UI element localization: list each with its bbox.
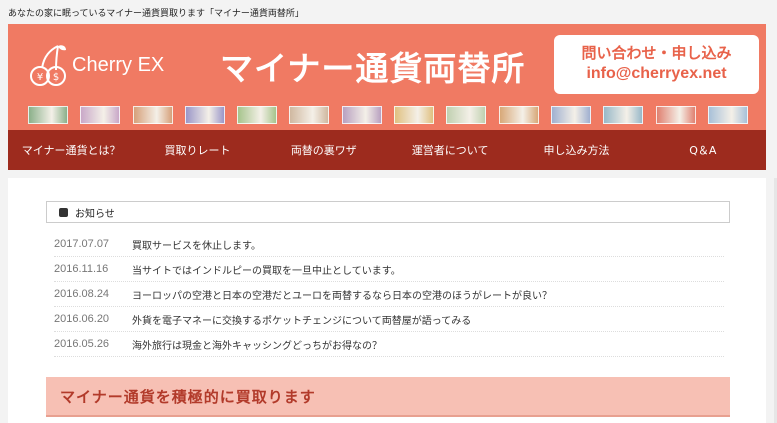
banknote-image — [80, 106, 121, 124]
banknote-image — [707, 106, 748, 124]
promo-banner: マイナー通貨を積極的に買取ります — [46, 377, 730, 417]
news-link[interactable]: 海外旅行は現金と海外キャッシングどっちがお得なの？ — [132, 337, 382, 352]
news-link[interactable]: 買取サービスを休止します。 — [132, 237, 261, 252]
site-logo[interactable]: ¥ $ Cherry EX — [28, 40, 188, 90]
site-tagline: あなたの家に眠っているマイナー通貨買取ります「マイナー通貨両替所」 — [8, 9, 304, 19]
cherry-icon: ¥ $ — [30, 45, 66, 86]
banknote-image — [28, 106, 68, 124]
contact-label: 問い合わせ・申し込み — [581, 44, 732, 62]
news-item: 2016.05.26 海外旅行は現金と海外キャッシングどっちがお得なの？ — [54, 332, 724, 357]
logo-text: Cherry EX — [72, 53, 165, 76]
contact-button[interactable]: 問い合わせ・申し込み info@cherryex.net — [554, 35, 759, 94]
news-list: 2017.07.07 買取サービスを休止します。 2016.11.16 当サイトではイ… — [54, 232, 724, 357]
main-nav: マイナー通貨とは？ 買取りレート 両替の裏ワザ 運営者について 申し込み方法 Q＆A — [8, 130, 766, 170]
nav-item-rates[interactable]: 買取りレート — [134, 130, 260, 170]
news-date: 2017.07.07 — [54, 238, 110, 250]
banknote-image — [498, 106, 539, 124]
banknote-image — [394, 106, 435, 124]
banknote-image — [603, 106, 644, 124]
nav-item-apply[interactable]: 申し込み方法 — [513, 130, 639, 170]
news-heading: お知らせ — [46, 201, 730, 223]
banknote-image — [237, 106, 278, 124]
banknote-image — [655, 106, 696, 124]
banknote-image — [446, 106, 487, 124]
news-item: 2017.07.07 買取サービスを休止します。 — [54, 232, 724, 257]
svg-text:¥: ¥ — [37, 72, 43, 83]
svg-text:$: $ — [53, 72, 59, 83]
nav-item-about[interactable]: マイナー通貨とは？ — [8, 130, 134, 170]
news-link[interactable]: 当サイトではインドルピーの買取を一旦中止としています。 — [132, 262, 401, 277]
news-link[interactable]: 外貨を電子マネーに交換するポケットチェンジについて両替屋が語ってみる — [132, 312, 471, 327]
site-title: マイナー通貨両替所 — [220, 49, 526, 88]
news-item: 2016.06.20 外貨を電子マネーに交換するポケットチェンジについて両替屋が語… — [54, 307, 724, 332]
nav-item-operator[interactable]: 運営者について — [387, 130, 513, 170]
banknote-image — [289, 106, 330, 124]
banknote-strip — [28, 106, 748, 124]
contact-email[interactable]: info@cherryex.net — [554, 65, 759, 83]
banknote-image — [550, 106, 591, 124]
banknote-image — [184, 106, 225, 124]
news-date: 2016.11.16 — [54, 263, 109, 275]
main-content: お知らせ 2017.07.07 買取サービスを休止します。 2016.11.16 当サ… — [8, 178, 766, 423]
news-date: 2016.06.20 — [54, 313, 110, 325]
promo-text: マイナー通貨を積極的に買取ります — [60, 387, 316, 406]
rss-icon — [59, 207, 68, 217]
news-item: 2016.11.16 当サイトではインドルピーの買取を一旦中止としています。 — [54, 257, 724, 282]
news-item: 2016.08.24 ヨーロッパの空港と日本の空港だとユーロを両替するなら日本の空… — [54, 282, 724, 307]
nav-item-faq[interactable]: Q＆A — [640, 130, 766, 170]
news-link[interactable]: ヨーロッパの空港と日本の空港だとユーロを両替するなら日本の空港のほうがレートが良… — [132, 287, 552, 302]
news-date: 2016.05.26 — [54, 338, 110, 350]
nav-item-tricks[interactable]: 両替の裏ワザ — [261, 130, 387, 170]
news-date: 2016.08.24 — [54, 288, 110, 300]
banknote-image — [132, 106, 173, 124]
site-header: ¥ $ Cherry EX マイナー通貨両替所 問い合わせ・申し込み info@… — [8, 24, 766, 130]
news-heading-label: お知らせ — [75, 208, 115, 220]
banknote-image — [341, 106, 382, 124]
